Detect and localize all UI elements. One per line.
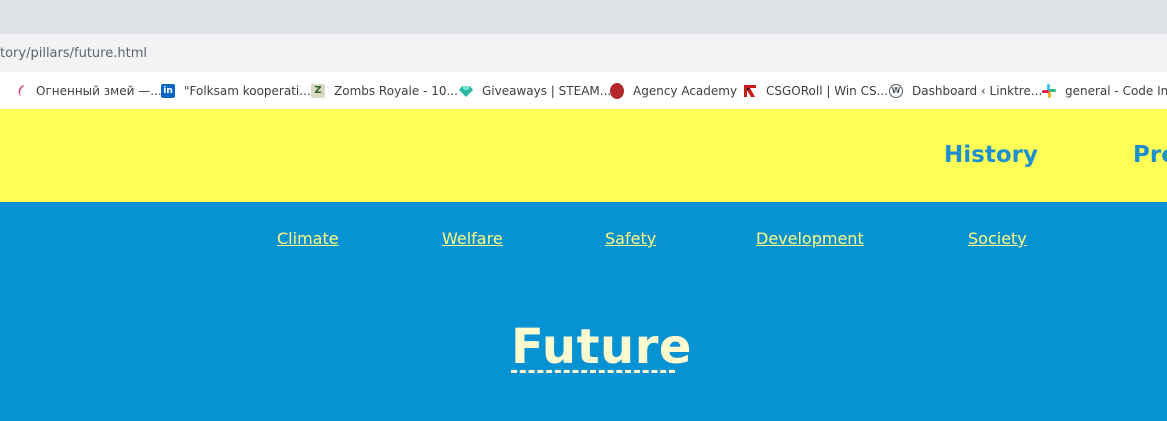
subnav-link-safety[interactable]: Safety — [605, 229, 656, 248]
nav-link-present[interactable]: Pre — [1133, 142, 1167, 168]
bookmark-label: Giveaways | STEAM... — [482, 83, 612, 98]
bookmark-item[interactable]: CSGORoll | Win CS... — [743, 72, 888, 109]
csgoroll-icon — [744, 84, 756, 97]
slack-icon — [1042, 83, 1056, 98]
bookmark-item[interactable]: Agency Academy — [610, 72, 737, 109]
bookmark-label: Zombs Royale - 10... — [334, 83, 458, 98]
zombs-royale-icon: Z — [311, 83, 325, 98]
red-circle-icon — [610, 82, 624, 99]
bookmark-label: Dashboard ‹ Linktre... — [912, 83, 1043, 98]
subnav-link-development[interactable]: Development — [756, 229, 864, 248]
gem-icon — [459, 85, 473, 97]
site-header-nav: History Pre — [0, 109, 1167, 202]
bookmark-label: general - Code Inst — [1065, 83, 1167, 98]
bookmark-label: Agency Academy — [633, 83, 738, 98]
bookmarks-bar: Огненный змей —... in "Folksam kooperati… — [0, 72, 1167, 109]
nav-link-history[interactable]: History — [944, 142, 1038, 168]
address-bar[interactable]: tory/pillars/future.html — [0, 34, 1167, 72]
title-underline — [511, 370, 675, 373]
bookmark-label: CSGORoll | Win CS... — [766, 83, 889, 98]
subnav-link-society[interactable]: Society — [968, 229, 1027, 248]
drake-icon — [18, 84, 24, 97]
browser-tab-strip — [0, 0, 1167, 34]
url-text[interactable]: tory/pillars/future.html — [0, 46, 147, 61]
bookmark-item[interactable]: general - Code Inst — [1042, 72, 1167, 109]
bookmark-label: Огненный змей —... — [36, 83, 162, 98]
bookmark-label: "Folksam kooperati... — [184, 83, 311, 98]
wordpress-icon: W — [889, 83, 903, 98]
subnav-link-welfare[interactable]: Welfare — [442, 229, 503, 248]
page-title: Future — [511, 319, 692, 375]
bookmark-item[interactable]: in "Folksam kooperati... — [161, 72, 311, 109]
bookmark-item[interactable]: W Dashboard ‹ Linktre... — [889, 72, 1042, 109]
linkedin-icon: in — [161, 83, 175, 98]
bookmark-item[interactable]: Giveaways | STEAM... — [459, 72, 611, 109]
pillars-subnav: Climate Welfare Safety Development Socie… — [0, 202, 1167, 274]
subnav-link-climate[interactable]: Climate — [277, 229, 339, 248]
bookmark-item[interactable]: Z Zombs Royale - 10... — [311, 72, 458, 109]
bookmark-item[interactable]: Огненный змей —... — [13, 72, 162, 109]
